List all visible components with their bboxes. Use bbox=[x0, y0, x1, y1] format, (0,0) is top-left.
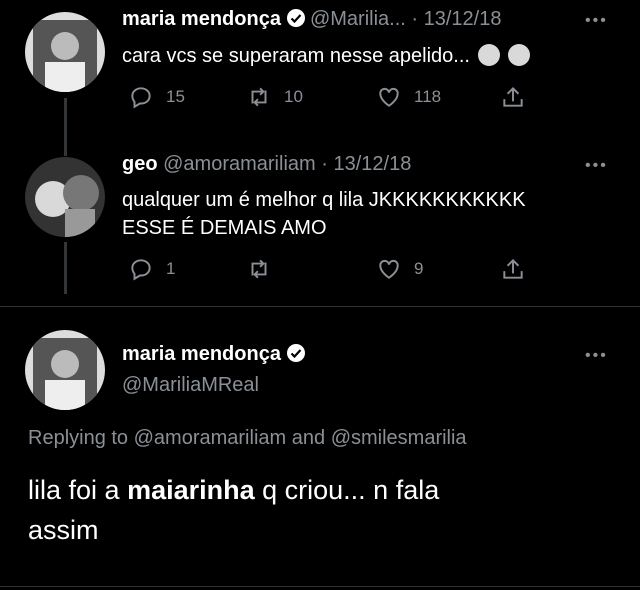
mention-link[interactable]: @amoramariliam bbox=[134, 427, 287, 449]
share-button[interactable] bbox=[500, 256, 538, 282]
retweet-icon bbox=[251, 259, 267, 279]
thread-line bbox=[64, 242, 67, 294]
avatar-maria-1[interactable] bbox=[25, 12, 105, 92]
author-name[interactable]: maria mendonça bbox=[122, 8, 281, 30]
tears-of-joy-emoji-icon bbox=[507, 44, 530, 66]
retweet-button[interactable] bbox=[246, 256, 284, 282]
woman-emoji-icon bbox=[477, 44, 500, 66]
reply-icon bbox=[131, 259, 151, 281]
tweet-text: cara vcs se superaram nesse apelido... bbox=[122, 42, 530, 70]
like-count: 118 bbox=[414, 87, 442, 106]
tweet-header: geo @amoramariliam · 13/12/18 bbox=[122, 153, 411, 176]
author-handle[interactable]: @amoramariliam bbox=[163, 153, 316, 175]
retweet-icon bbox=[251, 87, 267, 107]
reply-icon bbox=[131, 87, 151, 109]
like-button[interactable]: 9 bbox=[376, 256, 423, 282]
tweet-date[interactable]: · 13/12/18 bbox=[321, 153, 411, 175]
heart-icon bbox=[379, 259, 399, 279]
avatar-geo[interactable] bbox=[25, 157, 105, 237]
more-options-button[interactable]: ••• bbox=[585, 347, 608, 365]
verified-badge-icon bbox=[286, 8, 306, 34]
share-icon bbox=[503, 258, 523, 279]
author-handle[interactable]: @MariliaMReal bbox=[122, 374, 259, 397]
verified-badge-icon bbox=[286, 343, 306, 369]
tweet-actions: 15 10 118 bbox=[128, 84, 548, 114]
author-handle[interactable]: @Marilia... bbox=[310, 8, 406, 30]
tweet-text: qualquer um é melhor q lila JKKKKKKKKKKK… bbox=[122, 189, 526, 239]
main-tweet-text: lila foi a maiarinha q criou... n fala a… bbox=[28, 475, 440, 545]
author-name[interactable]: geo bbox=[122, 153, 158, 175]
like-button[interactable]: 118 bbox=[376, 84, 441, 110]
mention-link[interactable]: @smilesmarilia bbox=[331, 427, 467, 449]
tweet-header: maria mendonça @Marilia... · 13/12/18 bbox=[122, 8, 501, 34]
reply-count: 1 bbox=[166, 259, 176, 278]
tweet-actions: 1 9 bbox=[128, 256, 548, 286]
reply-button[interactable]: 15 bbox=[128, 84, 185, 110]
reply-count: 15 bbox=[166, 87, 185, 106]
heart-icon bbox=[379, 87, 399, 107]
replying-to: Replying to @amoramariliam and @smilesma… bbox=[28, 427, 467, 449]
share-button[interactable] bbox=[500, 84, 538, 110]
main-author: maria mendonça bbox=[122, 343, 310, 369]
retweet-count: 10 bbox=[284, 87, 303, 106]
share-icon bbox=[503, 86, 523, 107]
author-name[interactable]: maria mendonça bbox=[122, 343, 281, 365]
divider bbox=[0, 306, 640, 307]
tweet-date[interactable]: · 13/12/18 bbox=[411, 8, 501, 30]
thread-line bbox=[64, 98, 67, 156]
divider bbox=[0, 586, 640, 587]
more-options-button[interactable]: ••• bbox=[585, 12, 608, 30]
like-count: 9 bbox=[414, 259, 424, 278]
more-options-button[interactable]: ••• bbox=[585, 157, 608, 175]
avatar-maria-2[interactable] bbox=[25, 330, 105, 410]
reply-button[interactable]: 1 bbox=[128, 256, 175, 282]
retweet-button[interactable]: 10 bbox=[246, 84, 303, 110]
